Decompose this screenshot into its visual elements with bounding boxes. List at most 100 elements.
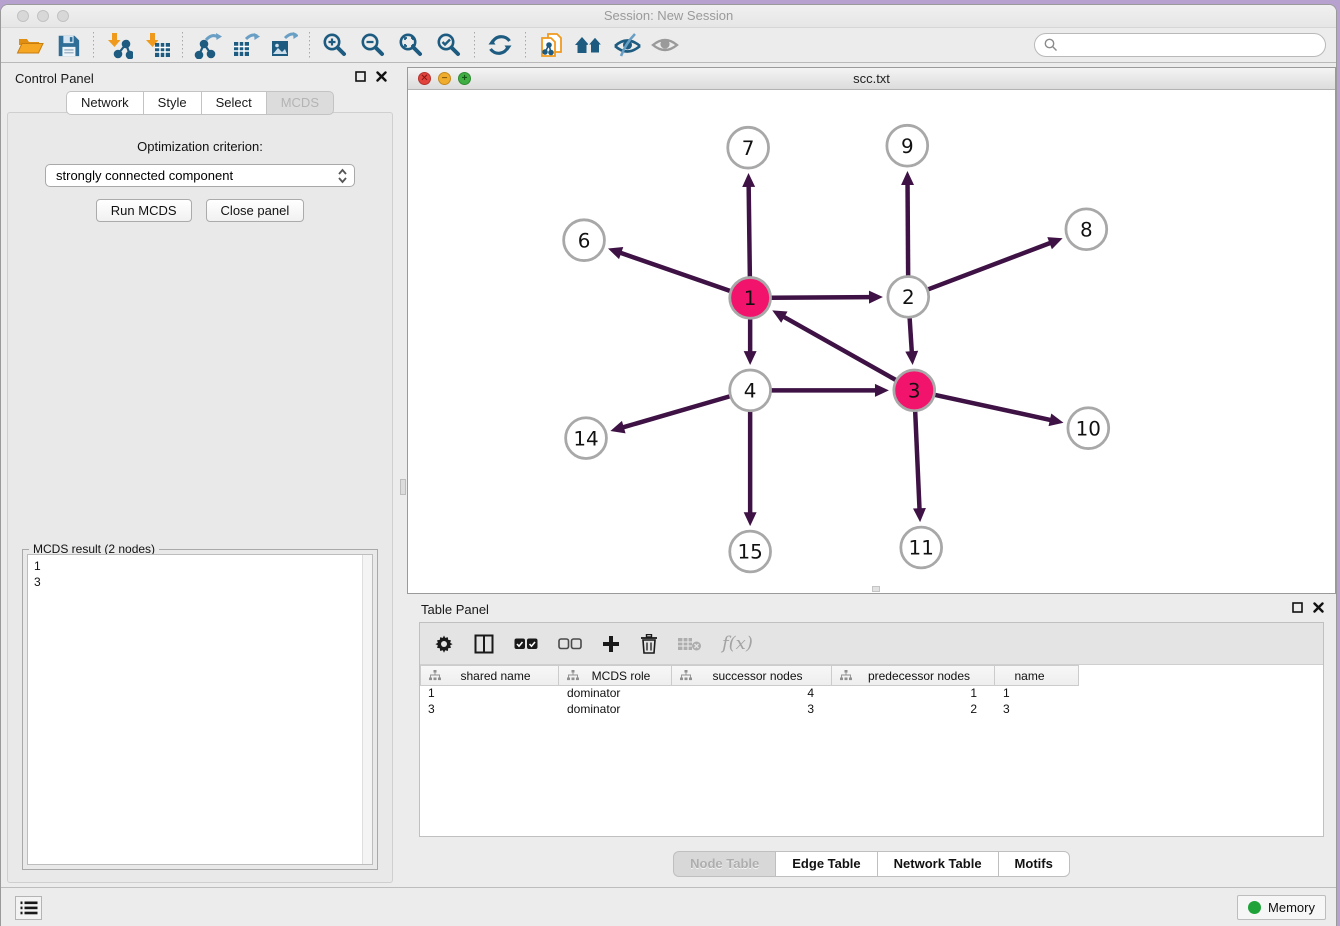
edge-3-10[interactable]	[935, 395, 1052, 420]
cell[interactable]: 1	[832, 686, 995, 702]
select-all-columns-button[interactable]	[514, 637, 538, 651]
table-row[interactable]: 3dominator323	[420, 702, 1323, 718]
column-header-name[interactable]: name	[995, 665, 1079, 686]
cell[interactable]: 2	[832, 702, 995, 718]
edge-2-3[interactable]	[910, 318, 912, 353]
function-builder-button[interactable]: f(x)	[722, 633, 753, 654]
tab-edge-table[interactable]: Edge Table	[775, 851, 876, 877]
toolbar-separator	[93, 32, 94, 58]
control-panel-header: Control Panel	[1, 63, 399, 91]
network-minimize-button[interactable]: −	[438, 72, 451, 85]
table-settings-button[interactable]	[434, 634, 454, 654]
cell[interactable]: 3	[420, 702, 559, 718]
cell[interactable]: 4	[672, 686, 832, 702]
edge-1-2[interactable]	[772, 297, 871, 298]
add-column-button[interactable]	[602, 635, 620, 653]
float-table-panel-icon[interactable]	[1292, 602, 1303, 613]
export-image-button[interactable]	[265, 29, 303, 61]
column-header-successor-nodes[interactable]: successor nodes	[672, 665, 832, 686]
result-scrollbar[interactable]	[362, 555, 372, 864]
show-all-button[interactable]	[646, 29, 684, 61]
deselect-all-columns-button[interactable]	[558, 637, 582, 651]
mcds-result-box: MCDS result (2 nodes) 1 3	[22, 549, 378, 870]
import-network-button[interactable]	[100, 29, 138, 61]
close-window-button[interactable]	[17, 10, 29, 22]
hide-selected-button[interactable]	[608, 29, 646, 61]
node-label-1: 1	[744, 287, 757, 310]
tab-node-table[interactable]: Node Table	[673, 851, 775, 877]
edge-1-7[interactable]	[749, 185, 750, 277]
apply-layout-button[interactable]	[481, 29, 519, 61]
cell[interactable]: 3	[672, 702, 832, 718]
delete-column-button[interactable]	[640, 634, 658, 654]
open-folder-icon	[16, 31, 44, 59]
duplicate-network-button[interactable]	[532, 29, 570, 61]
zoom-fit-button[interactable]	[392, 29, 430, 61]
zoom-out-button[interactable]	[354, 29, 392, 61]
edge-3-11[interactable]	[915, 412, 919, 511]
run-mcds-button[interactable]: Run MCDS	[96, 199, 192, 222]
tab-network-table[interactable]: Network Table	[877, 851, 998, 877]
node-label-4: 4	[744, 380, 757, 403]
splitter-grip[interactable]	[400, 479, 406, 495]
zoom-in-button[interactable]	[316, 29, 354, 61]
column-header-MCDS-role[interactable]: MCDS role	[559, 665, 672, 686]
split-columns-button[interactable]	[474, 634, 494, 654]
tab-motifs[interactable]: Motifs	[998, 851, 1070, 877]
tab-mcds[interactable]: MCDS	[266, 91, 334, 115]
table-row[interactable]: 1dominator411	[420, 686, 1323, 702]
search-input[interactable]	[1059, 38, 1317, 52]
minimize-window-button[interactable]	[37, 10, 49, 22]
tab-network[interactable]: Network	[66, 91, 143, 115]
delete-table-button[interactable]	[678, 636, 702, 652]
column-header-predecessor-nodes[interactable]: predecessor nodes	[832, 665, 995, 686]
open-button[interactable]	[11, 29, 49, 61]
first-neighbors-button[interactable]	[570, 29, 608, 61]
search-box[interactable]	[1034, 33, 1326, 57]
tab-style[interactable]: Style	[143, 91, 201, 115]
cell[interactable]: dominator	[559, 686, 672, 702]
close-panel-icon[interactable]	[376, 71, 387, 82]
cell[interactable]: 1	[995, 686, 1079, 702]
zoom-in-icon	[321, 31, 349, 59]
network-maximize-button[interactable]: +	[458, 72, 471, 85]
memory-button[interactable]: Memory	[1237, 895, 1326, 920]
table-panel: Table Panel	[407, 594, 1336, 887]
panel-splitter[interactable]	[399, 63, 407, 887]
status-menu-button[interactable]	[15, 896, 42, 920]
control-panel-title: Control Panel	[15, 71, 94, 86]
import-table-icon	[143, 31, 171, 59]
cell[interactable]: 1	[420, 686, 559, 702]
edge-1-6[interactable]	[619, 252, 730, 290]
save-button[interactable]	[49, 29, 87, 61]
mcds-result-text[interactable]: 1 3	[28, 555, 362, 864]
horizontal-splitter-grip[interactable]	[872, 586, 880, 592]
maximize-window-button[interactable]	[57, 10, 69, 22]
title-bar: Session: New Session	[1, 5, 1336, 27]
window-title: Session: New Session	[604, 8, 733, 23]
sort-column-icon	[840, 670, 852, 681]
cell[interactable]: dominator	[559, 702, 672, 718]
network-close-button[interactable]: ✕	[418, 72, 431, 85]
column-header-shared-name[interactable]: shared name	[420, 665, 559, 686]
cell[interactable]: 3	[995, 702, 1079, 718]
close-panel-button[interactable]: Close panel	[206, 199, 305, 222]
network-canvas[interactable]: 1234678910111415	[408, 90, 1335, 593]
edge-3-1[interactable]	[783, 316, 896, 380]
arrowhead-3-10	[1049, 414, 1064, 427]
edge-4-14[interactable]	[622, 396, 730, 427]
window-controls[interactable]	[17, 10, 69, 22]
float-panel-icon[interactable]	[355, 71, 366, 82]
criterion-select[interactable]: strongly connected component	[45, 164, 355, 187]
zoom-selected-button[interactable]	[430, 29, 468, 61]
application-window: Session: New Session	[0, 4, 1337, 926]
tab-select[interactable]: Select	[201, 91, 266, 115]
select-stepper-icon	[337, 168, 348, 184]
network-window-title: scc.txt	[853, 71, 890, 86]
import-table-button[interactable]	[138, 29, 176, 61]
edge-2-8[interactable]	[928, 242, 1051, 289]
export-table-button[interactable]	[227, 29, 265, 61]
export-network-button[interactable]	[189, 29, 227, 61]
edge-2-9[interactable]	[908, 183, 909, 275]
close-table-panel-icon[interactable]	[1313, 602, 1324, 613]
